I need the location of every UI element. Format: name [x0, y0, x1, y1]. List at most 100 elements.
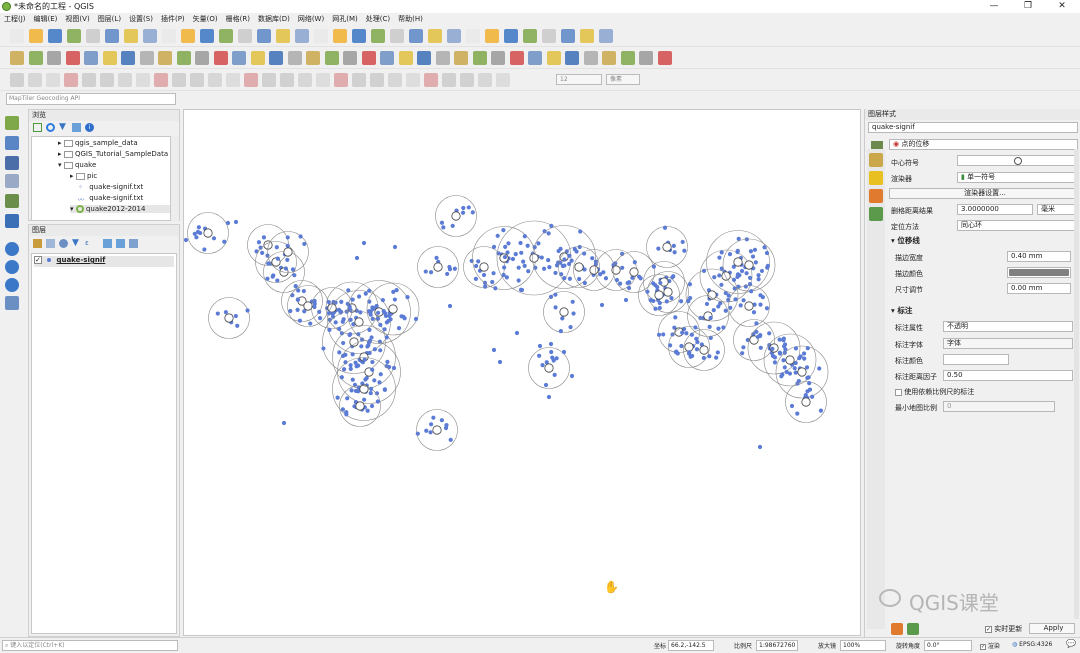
toolbar-tool-icon[interactable] [124, 29, 138, 43]
expand-all-icon[interactable] [103, 239, 112, 248]
toolbar-tool-icon[interactable] [208, 73, 222, 87]
placement-select[interactable]: 同心环 [957, 220, 1078, 231]
toolbar-tool-icon[interactable] [466, 29, 480, 43]
label-attribute-select[interactable]: 不透明 [943, 321, 1073, 332]
menu-project[interactable]: 工程(J) [0, 13, 30, 25]
toolbar-tool-icon[interactable] [352, 73, 366, 87]
toolbar-tool-icon[interactable] [509, 51, 524, 65]
toolbar-tool-icon[interactable] [29, 29, 43, 43]
toolbar-tool-icon[interactable] [460, 73, 474, 87]
crs-button[interactable]: ◍ EPSG:4326 [1012, 641, 1052, 648]
toolbar-tool-icon[interactable] [380, 51, 394, 65]
menu-help[interactable]: 帮助(H) [394, 13, 427, 25]
add-group-icon[interactable] [46, 239, 55, 248]
apply-button[interactable]: Apply [1029, 623, 1075, 634]
toolbar-tool-icon[interactable] [47, 51, 61, 65]
toolbar-tool-icon[interactable] [280, 73, 294, 87]
toolbar-tool-icon[interactable] [352, 29, 366, 43]
toolbar-tool-icon[interactable] [334, 73, 348, 87]
snapping-units-select[interactable]: 像素 [606, 74, 640, 85]
toolbar-tool-icon[interactable] [262, 73, 276, 87]
add-raster-layer-icon[interactable] [5, 136, 19, 150]
toolbar-tool-icon[interactable] [213, 51, 228, 65]
geocoding-search-input[interactable]: MapTiler Geocoding API [6, 93, 176, 105]
toolbar-tool-icon[interactable] [561, 29, 575, 43]
visibility-icon[interactable] [59, 239, 68, 248]
toolbar-tool-icon[interactable] [620, 51, 635, 65]
center-symbol-button[interactable] [957, 155, 1075, 166]
toolbar-tool-icon[interactable] [599, 29, 613, 43]
toolbar-tool-icon[interactable] [542, 29, 556, 43]
renderer-select[interactable]: ▮ 单一符号 [957, 172, 1078, 183]
labels-section[interactable]: ▾ 标注 [891, 305, 912, 316]
toolbar-tool-icon[interactable] [491, 51, 505, 65]
list-item[interactable]: 〰 quake-signif.txt [78, 194, 143, 204]
toolbar-tool-icon[interactable] [64, 73, 78, 87]
toolbar-tool-icon[interactable] [181, 29, 195, 43]
toolbar-tool-icon[interactable] [121, 51, 135, 65]
snapping-tolerance-input[interactable]: 12 [556, 74, 602, 85]
toolbar-tool-icon[interactable] [250, 51, 265, 65]
toolbar-tool-icon[interactable] [398, 51, 413, 65]
maximize-button[interactable]: ❐ [1011, 0, 1045, 13]
toolbar-tool-icon[interactable] [269, 51, 283, 65]
add-delimited-text-icon[interactable] [5, 174, 19, 188]
add-wfs-icon[interactable] [5, 260, 19, 274]
list-item[interactable]: ▾ quake [58, 161, 96, 169]
toolbar-tool-icon[interactable] [546, 51, 561, 65]
menu-raster[interactable]: 栅格(R) [222, 13, 254, 25]
toolbar-tool-icon[interactable] [136, 73, 150, 87]
messages-icon[interactable]: 💬 [1066, 639, 1076, 648]
toolbar-tool-icon[interactable] [176, 51, 191, 65]
renderer-settings-button[interactable]: 渲染器设置... [889, 188, 1078, 199]
toolbar-tool-icon[interactable] [46, 73, 60, 87]
toolbar-tool-icon[interactable] [118, 73, 132, 87]
size-adjust-input[interactable]: 0.00 mm [1007, 283, 1071, 294]
toolbar-tool-icon[interactable] [417, 51, 431, 65]
stroke-width-input[interactable]: 0.40 mm [1007, 251, 1071, 262]
min-map-scale-input[interactable]: 0 [943, 401, 1055, 412]
toolbar-tool-icon[interactable] [370, 73, 384, 87]
label-color-button[interactable] [943, 354, 1009, 365]
refresh-icon[interactable] [46, 123, 55, 132]
distance-unit-select[interactable]: 毫米 [1037, 204, 1078, 215]
toolbar-tool-icon[interactable] [409, 29, 423, 43]
menu-mesh[interactable]: 网孔(M) [328, 13, 362, 25]
toolbar-tool-icon[interactable] [390, 29, 404, 43]
toolbar-tool-icon[interactable] [580, 29, 594, 43]
menu-processing[interactable]: 处理(C) [362, 13, 394, 25]
add-postgis-icon[interactable] [5, 214, 19, 228]
toolbar-tool-icon[interactable] [504, 29, 518, 43]
filter-legend-icon[interactable]: ▼ [72, 239, 79, 248]
toolbar-tool-icon[interactable] [287, 51, 302, 65]
menu-edit[interactable]: 编辑(E) [30, 13, 62, 25]
toolbar-tool-icon[interactable] [428, 29, 442, 43]
toolbar-tool-icon[interactable] [442, 73, 456, 87]
list-item[interactable]: ⁘ quake-signif.txt [78, 183, 143, 191]
toolbar-tool-icon[interactable] [602, 51, 616, 65]
layer-style-icon[interactable] [33, 239, 42, 248]
labels-tab-icon[interactable] [869, 171, 883, 185]
map-canvas[interactable]: ✋ [183, 109, 861, 636]
toolbar-tool-icon[interactable] [424, 73, 438, 87]
list-item[interactable]: ▸ QGIS_Tutorial_SampleData [58, 150, 168, 158]
add-wcs-icon[interactable] [5, 278, 19, 292]
layer-item-quake-signif[interactable]: ✓ quake-signif [34, 256, 174, 267]
toolbar-tool-icon[interactable] [528, 51, 542, 65]
locator-search-input[interactable]: ⌕ 键入以定位(Ctrl+K) [2, 640, 178, 651]
toolbar-tool-icon[interactable] [10, 51, 24, 65]
styling-scrollbar[interactable] [1074, 149, 1079, 619]
symbology-tab-icon[interactable] [869, 153, 883, 167]
3d-view-tab-icon[interactable] [869, 189, 883, 203]
rotation-input[interactable]: 0.0° [924, 640, 972, 651]
magnifier-input[interactable]: 100% [840, 640, 886, 651]
toolbar-tool-icon[interactable] [447, 29, 461, 43]
toolbar-tool-icon[interactable] [343, 51, 357, 65]
collapse-all-layers-icon[interactable] [116, 239, 125, 248]
menu-database[interactable]: 数据库(D) [254, 13, 294, 25]
toolbar-tool-icon[interactable] [105, 29, 119, 43]
toolbar-tool-icon[interactable] [154, 73, 168, 87]
toolbar-tool-icon[interactable] [316, 73, 330, 87]
toolbar-tool-icon[interactable] [195, 51, 209, 65]
toolbar-tool-icon[interactable] [406, 73, 420, 87]
